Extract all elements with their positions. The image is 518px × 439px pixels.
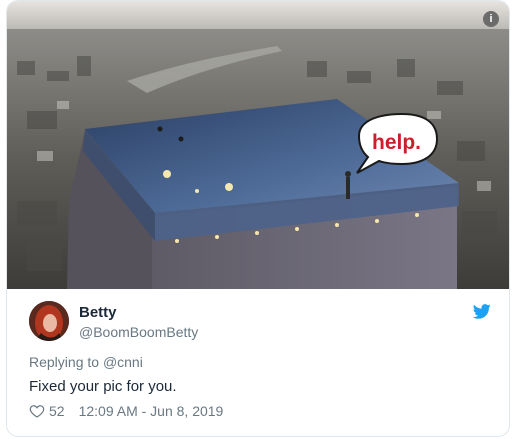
author-handle[interactable]: @BoomBoomBetty: [79, 324, 198, 340]
tweet-timestamp[interactable]: 12:09 AM - Jun 8, 2019: [79, 403, 224, 419]
twitter-bird-icon[interactable]: [473, 304, 491, 319]
reply-to-link[interactable]: @cnni: [103, 354, 143, 370]
info-icon[interactable]: i: [483, 11, 499, 27]
author-name[interactable]: Betty: [79, 304, 117, 321]
city-pool-image: [7, 1, 509, 289]
tweet-meta: 52 12:09 AM - Jun 8, 2019: [29, 403, 223, 419]
like-count[interactable]: 52: [49, 403, 65, 419]
avatar-image: [29, 301, 69, 341]
speech-bubble-text: help.: [372, 131, 422, 154]
heart-icon[interactable]: [29, 403, 45, 419]
reply-prefix: Replying to: [29, 354, 100, 370]
avatar[interactable]: [29, 301, 69, 341]
tweet-card[interactable]: help. i Betty @BoomBoomBetty Replying to…: [6, 0, 510, 437]
tweet-text: Fixed your pic for you.: [29, 378, 177, 395]
tweet-image[interactable]: help. i: [7, 1, 509, 289]
reply-context: Replying to @cnni: [29, 354, 143, 370]
